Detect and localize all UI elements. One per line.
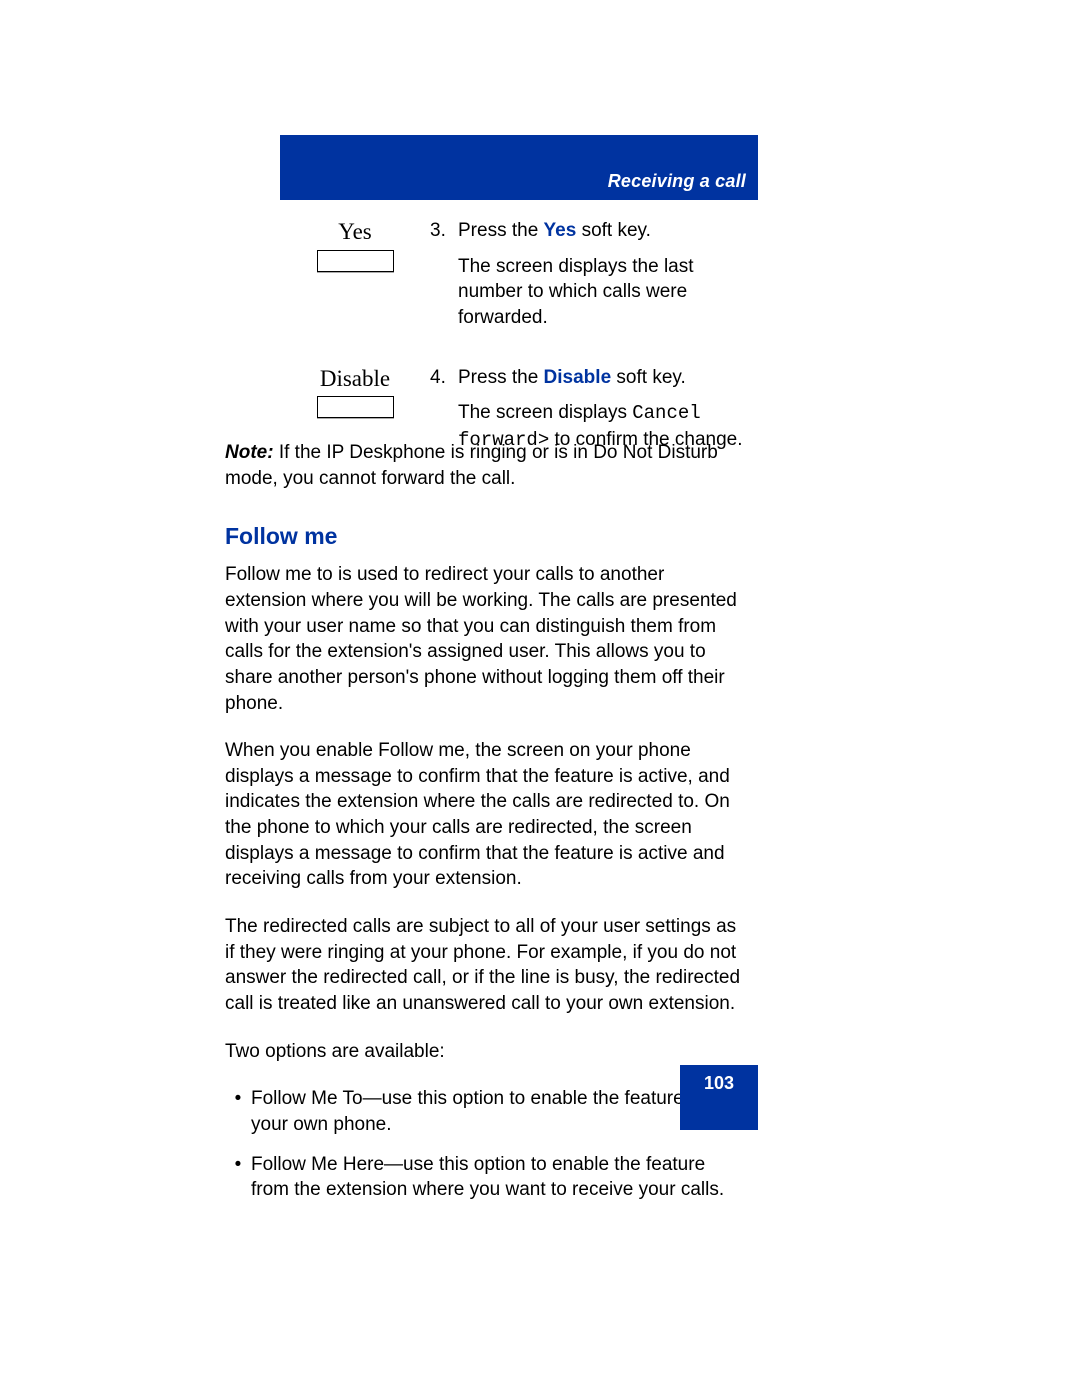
list-item: • Follow Me Here—use this option to enab…	[225, 1152, 748, 1203]
softkey-label-disable: Disable	[280, 365, 430, 393]
paragraph: When you enable Follow me, the screen on…	[225, 738, 748, 892]
body-text: Note: If the IP Deskphone is ringing or …	[225, 440, 748, 1217]
list-item-text: Follow Me Here—use this option to enable…	[251, 1152, 748, 1203]
softkey-box-icon	[317, 250, 394, 272]
text-fragment: The screen displays	[458, 402, 632, 423]
note-text: If the IP Deskphone is ringing or is in …	[225, 442, 718, 489]
step-instruction: Press the Disable soft key.	[458, 365, 686, 391]
page-number-box: 103	[680, 1065, 758, 1130]
text-fragment: Press the	[458, 367, 544, 388]
bullet-list: • Follow Me To—use this option to enable…	[225, 1086, 748, 1203]
text-fragment: soft key.	[611, 367, 686, 388]
document-page: Receiving a call Yes 3. Press the Yes so…	[0, 0, 1080, 1397]
page-number: 103	[704, 1073, 734, 1094]
header-bar: Receiving a call	[280, 135, 758, 200]
step-instruction: Press the Yes soft key.	[458, 218, 651, 244]
text-fragment: soft key.	[576, 220, 651, 241]
step-row: Yes 3. Press the Yes soft key. The scree…	[280, 218, 758, 341]
step-line: 4. Press the Disable soft key.	[430, 365, 758, 391]
list-item-text: Follow Me To—use this option to enable t…	[251, 1086, 748, 1137]
step-number: 4.	[430, 365, 458, 391]
step-line: 3. Press the Yes soft key.	[430, 218, 758, 244]
step-subtext: The screen displays the last number to w…	[458, 254, 758, 331]
bold-term-disable: Disable	[544, 367, 612, 388]
bold-term-yes: Yes	[544, 220, 577, 241]
step-number: 3.	[430, 218, 458, 244]
softkey-label-yes: Yes	[280, 218, 430, 246]
paragraph: Follow me to is used to redirect your ca…	[225, 562, 748, 716]
bullet-icon: •	[225, 1086, 251, 1137]
list-item: • Follow Me To—use this option to enable…	[225, 1086, 748, 1137]
header-title: Receiving a call	[608, 171, 746, 192]
paragraph: The redirected calls are subject to all …	[225, 914, 748, 1017]
section-heading-follow-me: Follow me	[225, 521, 748, 552]
softkey-visual: Yes	[280, 218, 430, 341]
note-label: Note:	[225, 442, 274, 463]
bullet-icon: •	[225, 1152, 251, 1203]
text-fragment: Press the	[458, 220, 544, 241]
paragraph: Two options are available:	[225, 1039, 748, 1065]
step-text: 3. Press the Yes soft key. The screen di…	[430, 218, 758, 341]
note-block: Note: If the IP Deskphone is ringing or …	[225, 440, 748, 491]
softkey-box-icon	[317, 396, 394, 418]
